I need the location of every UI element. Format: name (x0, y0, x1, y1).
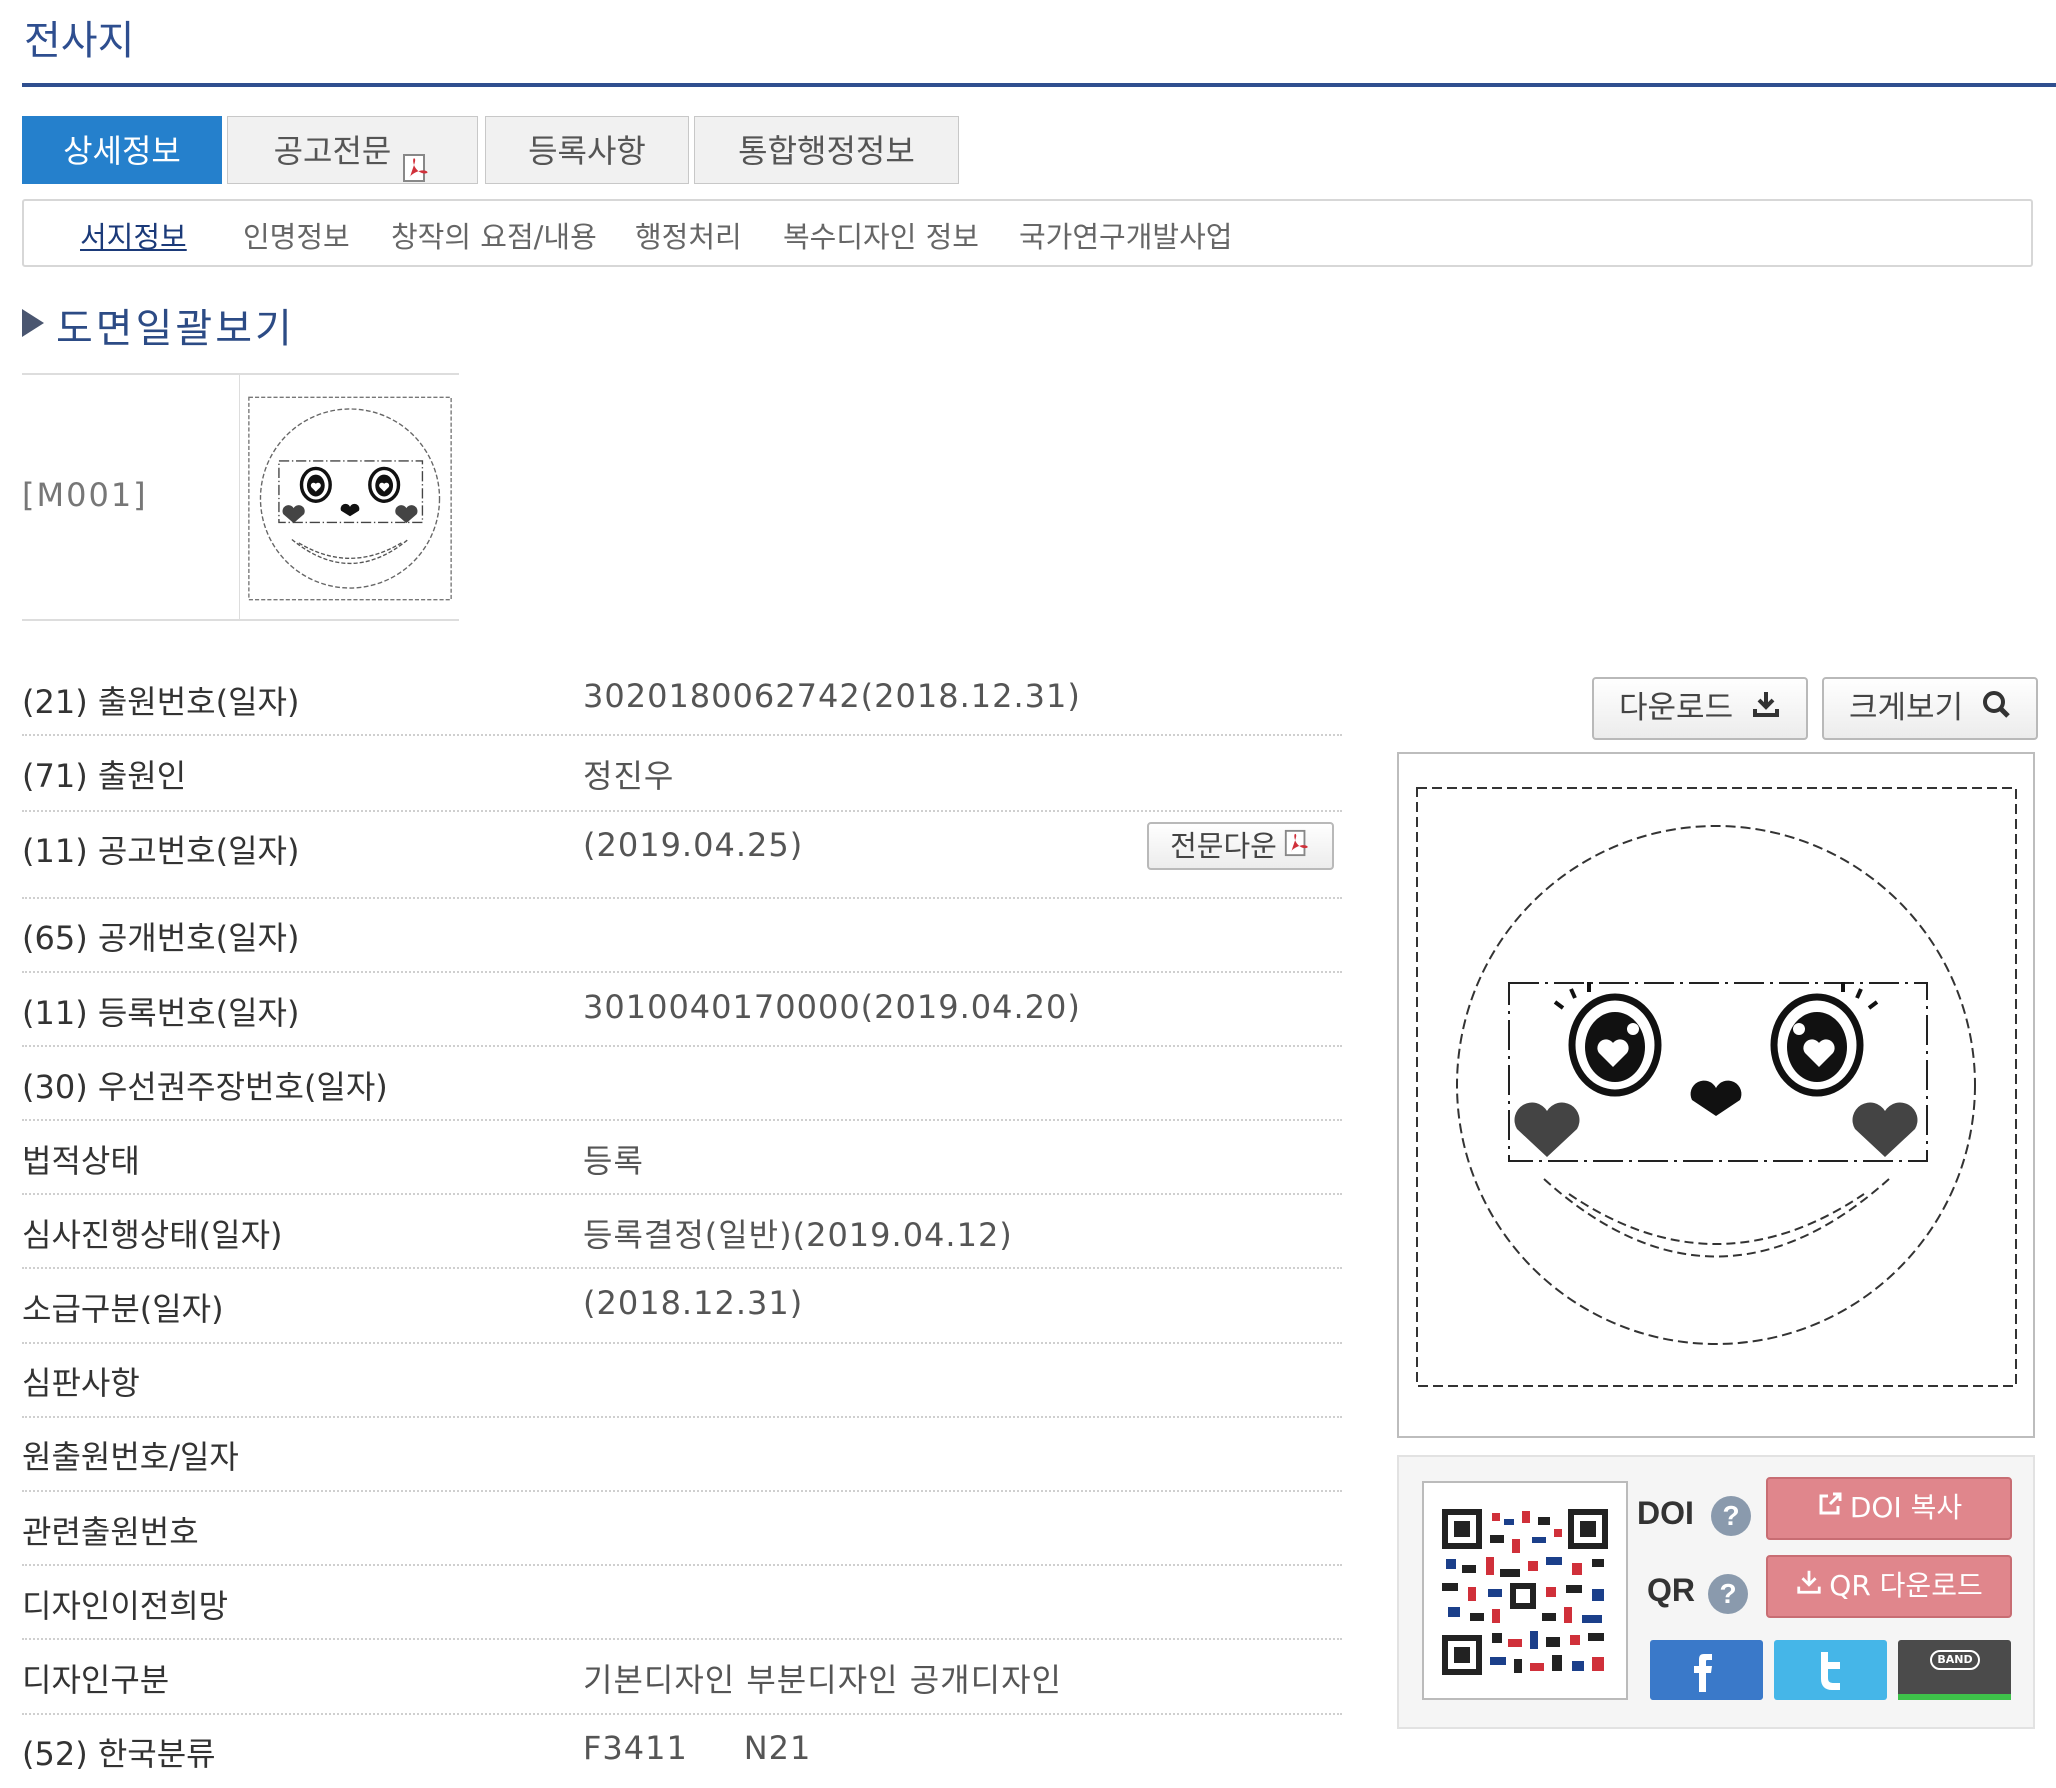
row-label-design-type: 디자인구분 (22, 1655, 169, 1701)
row-divider (22, 897, 1342, 899)
row-label-korean-classification: (52) 한국분류 (22, 1729, 216, 1775)
subnav-bibliographic[interactable]: 서지정보 (80, 214, 187, 256)
pdf-icon (1283, 826, 1311, 870)
title-divider (22, 83, 2056, 87)
row-divider (22, 1193, 1342, 1195)
row-label-publication-number: (65) 공개번호(일자) (22, 913, 299, 959)
row-value-legal-status: 등록 (583, 1136, 644, 1182)
qr-code-image (1422, 1481, 1628, 1700)
tab-label: 통합행정정보 (738, 132, 915, 170)
button-label: 크게보기 (1849, 690, 1963, 726)
row-label-original-application: 원출원번호/일자 (22, 1432, 239, 1478)
row-divider (22, 1267, 1342, 1269)
facebook-icon (1650, 1640, 1763, 1700)
button-label: 전문다운 (1170, 829, 1277, 863)
row-value-registration-number: 3010040170000(2019.04.20) (583, 988, 1081, 1026)
section-title: 도면일괄보기 (56, 296, 295, 354)
row-divider (22, 1638, 1342, 1640)
row-label-legal-status: 법적상태 (22, 1136, 140, 1182)
row-divider (22, 1713, 1342, 1715)
row-value-applicant: 정진우 (583, 751, 674, 797)
drawing-thumbnail[interactable] (247, 396, 453, 601)
tab-detail[interactable]: 상세정보 (22, 116, 222, 184)
doi-label: DOI (1637, 1495, 1694, 1532)
band-share-button[interactable]: BAND (1898, 1640, 2011, 1700)
pdf-icon (401, 138, 431, 168)
row-label-trial-matters: 심판사항 (22, 1358, 140, 1404)
download-icon (1795, 1558, 1823, 1616)
row-label-announcement-number: (11) 공고번호(일자) (22, 826, 299, 872)
divider (22, 373, 459, 375)
qr-help-icon[interactable]: ? (1708, 1574, 1748, 1614)
external-link-icon (1816, 1480, 1844, 1538)
subnav-creation-points[interactable]: 창작의 요점/내용 (391, 214, 597, 256)
row-divider (22, 1342, 1342, 1344)
row-label-application-number: (21) 출원번호(일자) (22, 677, 299, 723)
row-divider (22, 971, 1342, 973)
row-value-retroactive-type: (2018.12.31) (583, 1284, 803, 1322)
row-label-related-application: 관련출원번호 (22, 1507, 199, 1553)
tab-registration[interactable]: 등록사항 (485, 116, 689, 184)
band-accent-bar (1898, 1694, 2011, 1700)
qr-download-button[interactable]: QR 다운로드 (1766, 1555, 2012, 1618)
subnav-multiple-design[interactable]: 복수디자인 정보 (783, 214, 979, 256)
zoom-view-button[interactable]: 크게보기 (1822, 677, 2038, 740)
row-divider (22, 1416, 1342, 1418)
doi-help-icon[interactable]: ? (1711, 1496, 1751, 1536)
row-divider (22, 1564, 1342, 1566)
twitter-share-button[interactable] (1774, 1640, 1887, 1700)
band-icon: BAND (1930, 1650, 1980, 1670)
magnifier-icon (1981, 680, 2011, 739)
row-divider (22, 810, 1342, 812)
row-divider (22, 1045, 1342, 1047)
subnav-admin-process[interactable]: 행정처리 (635, 214, 742, 256)
row-label-design-transfer: 디자인이전희망 (22, 1581, 228, 1627)
row-value-application-number: 3020180062742(2018.12.31) (583, 677, 1081, 715)
divider (239, 375, 240, 619)
row-value-examination-status: 등록결정(일반)(2019.04.12) (583, 1210, 1013, 1256)
tab-label: 공고전문 (274, 132, 392, 170)
doi-copy-button[interactable]: DOI 복사 (1766, 1477, 2012, 1540)
row-label-retroactive-type: 소급구분(일자) (22, 1284, 224, 1330)
drawing-label: [M001] (22, 476, 148, 514)
tab-publication-full[interactable]: 공고전문 (227, 116, 478, 184)
row-value-announcement-number: (2019.04.25) (583, 826, 803, 864)
row-label-applicant: (71) 출원인 (22, 751, 186, 797)
row-divider (22, 1490, 1342, 1492)
tab-label: 상세정보 (63, 132, 181, 170)
row-label-examination-status: 심사진행상태(일자) (22, 1210, 283, 1256)
button-label: QR 다운로드 (1829, 1569, 1982, 1602)
row-value-korean-classification: F3411 N21 (583, 1729, 811, 1767)
row-divider (22, 1119, 1342, 1121)
smiley-drawing-image (247, 396, 453, 601)
design-image-frame[interactable] (1397, 752, 2035, 1438)
page-title: 전사지 (24, 8, 134, 66)
smiley-drawing-image (1399, 754, 2033, 1436)
download-button[interactable]: 다운로드 (1592, 677, 1808, 740)
facebook-share-button[interactable] (1650, 1640, 1763, 1700)
qr-label: QR (1647, 1572, 1695, 1609)
section-arrow-icon (22, 309, 44, 337)
tab-admin-info[interactable]: 통합행정정보 (694, 116, 959, 184)
twitter-icon (1774, 1640, 1887, 1700)
divider (22, 619, 459, 621)
full-text-download-button[interactable]: 전문다운 (1147, 822, 1334, 870)
download-icon (1751, 680, 1781, 739)
button-label: 다운로드 (1619, 690, 1733, 726)
subnav-national-rnd[interactable]: 국가연구개발사업 (1019, 214, 1232, 256)
button-label: DOI 복사 (1850, 1491, 1962, 1524)
tab-label: 등록사항 (528, 132, 646, 170)
row-label-priority-claim: (30) 우선권주장번호(일자) (22, 1062, 388, 1108)
row-divider (22, 734, 1342, 736)
row-value-design-type: 기본디자인 부분디자인 공개디자인 (583, 1655, 1062, 1701)
subnav-person-info[interactable]: 인명정보 (243, 214, 350, 256)
row-label-registration-number: (11) 등록번호(일자) (22, 988, 299, 1034)
